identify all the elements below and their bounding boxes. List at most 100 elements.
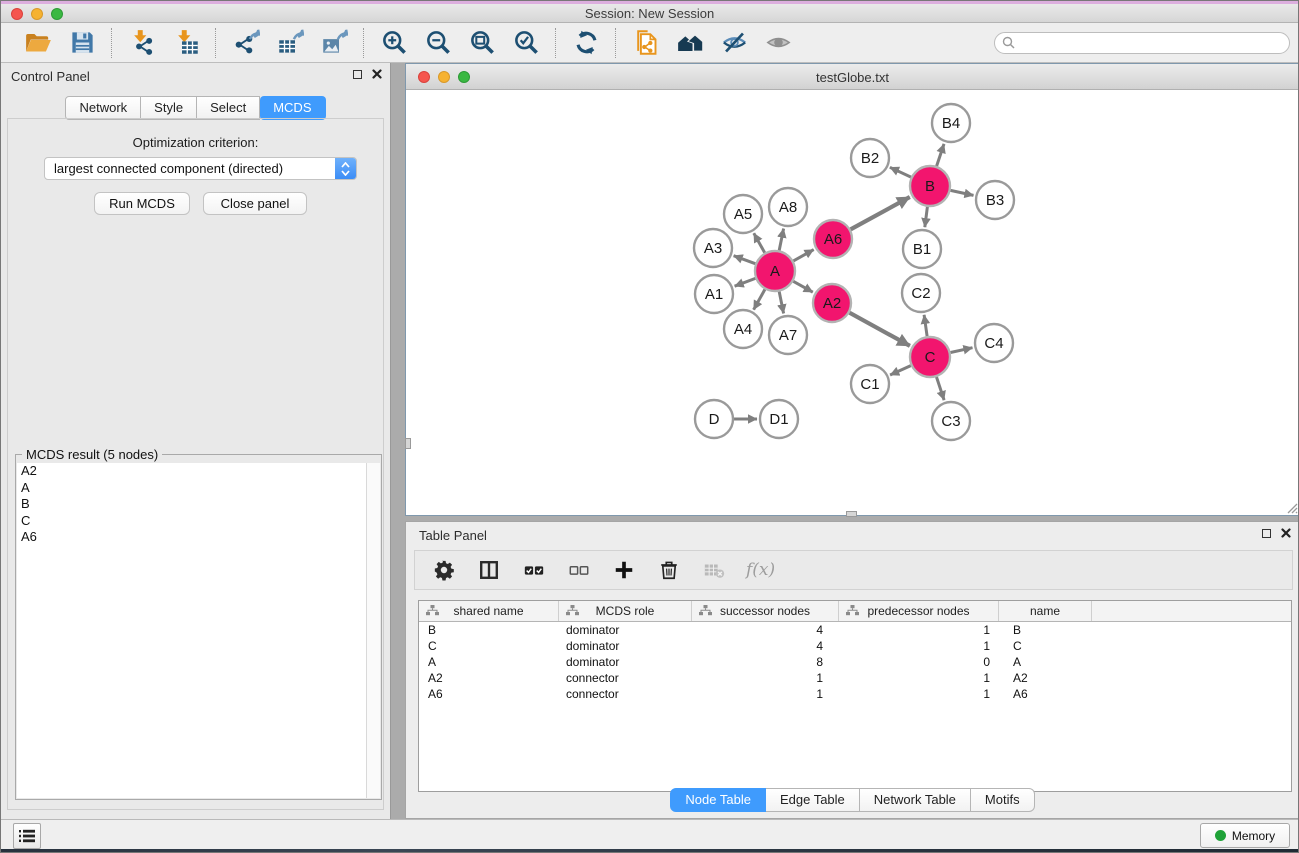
graph-node-D1[interactable]: D1 bbox=[760, 400, 798, 438]
mcds-result-item[interactable]: A2 bbox=[17, 463, 380, 480]
table-cell[interactable]: 4 bbox=[692, 638, 839, 654]
cybrowser-home-icon[interactable] bbox=[675, 28, 705, 58]
table-cell[interactable]: dominator bbox=[559, 638, 692, 654]
column-header-name[interactable]: name bbox=[999, 601, 1092, 621]
graph-node-B4[interactable]: B4 bbox=[932, 104, 970, 142]
table-cell[interactable]: C bbox=[999, 638, 1092, 654]
edge-B-B3[interactable] bbox=[951, 190, 974, 195]
table-cell[interactable]: 1 bbox=[839, 670, 999, 686]
float-panel-icon[interactable] bbox=[353, 70, 362, 79]
graph-node-A7[interactable]: A7 bbox=[769, 316, 807, 354]
table-cell[interactable]: 1 bbox=[839, 686, 999, 702]
edge-A-A2[interactable] bbox=[793, 281, 813, 292]
graph-node-A[interactable]: A bbox=[755, 251, 795, 291]
table-cell[interactable]: B bbox=[999, 622, 1092, 638]
tab-mcds[interactable]: MCDS bbox=[260, 96, 325, 120]
float-panel-icon[interactable] bbox=[1262, 529, 1271, 538]
add-column-icon[interactable] bbox=[611, 557, 637, 583]
resize-grip-icon[interactable] bbox=[1284, 500, 1298, 514]
zoom-fit-icon[interactable] bbox=[467, 28, 497, 58]
table-cell[interactable]: 1 bbox=[839, 622, 999, 638]
edge-C-C2[interactable] bbox=[924, 315, 927, 336]
edge-A-A4[interactable] bbox=[754, 289, 765, 309]
table-cell[interactable]: A6 bbox=[999, 686, 1092, 702]
table-cell[interactable]: C bbox=[419, 638, 559, 654]
table-cell[interactable]: A2 bbox=[419, 670, 559, 686]
tab-network-table[interactable]: Network Table bbox=[860, 788, 971, 812]
edge-A-A8[interactable] bbox=[779, 229, 783, 251]
column-header-predecessor-nodes[interactable]: predecessor nodes bbox=[839, 601, 999, 621]
mcds-result-list[interactable]: A2ABCA6 bbox=[17, 463, 380, 798]
graph-node-B2[interactable]: B2 bbox=[851, 139, 889, 177]
edge-A-A1[interactable] bbox=[735, 278, 756, 286]
edge-C-C1[interactable] bbox=[890, 366, 911, 375]
network-canvas[interactable]: AA1A2A3A4A5A6A7A8BB1B2B3B4CC1C2C3C4DD1 bbox=[407, 90, 1298, 515]
export-network-icon[interactable] bbox=[231, 28, 261, 58]
graph-node-C3[interactable]: C3 bbox=[932, 402, 970, 440]
deselect-all-icon[interactable] bbox=[566, 557, 592, 583]
graph-node-C[interactable]: C bbox=[910, 337, 950, 377]
open-file-icon[interactable] bbox=[23, 28, 53, 58]
edge-A-A3[interactable] bbox=[734, 256, 756, 264]
table-cell[interactable]: 0 bbox=[839, 654, 999, 670]
export-table-icon[interactable] bbox=[275, 28, 305, 58]
mcds-result-item[interactable]: C bbox=[17, 513, 380, 530]
edge-A2-C[interactable] bbox=[850, 313, 910, 346]
graph-node-A4[interactable]: A4 bbox=[724, 310, 762, 348]
show-columns-icon[interactable] bbox=[476, 557, 502, 583]
search-input[interactable] bbox=[994, 32, 1290, 54]
zoom-out-icon[interactable] bbox=[423, 28, 453, 58]
graph-node-D[interactable]: D bbox=[695, 400, 733, 438]
graph-node-A5[interactable]: A5 bbox=[724, 195, 762, 233]
close-panel-icon[interactable] bbox=[1281, 528, 1291, 538]
column-header-MCDS-role[interactable]: MCDS role bbox=[559, 601, 692, 621]
refresh-layout-icon[interactable] bbox=[571, 28, 601, 58]
graph-node-B1[interactable]: B1 bbox=[903, 230, 941, 268]
graph-node-A6[interactable]: A6 bbox=[814, 220, 852, 258]
edge-B-B1[interactable] bbox=[925, 207, 928, 227]
zoom-selected-icon[interactable] bbox=[511, 28, 541, 58]
hide-panel-eye-icon[interactable] bbox=[719, 28, 749, 58]
tab-style[interactable]: Style bbox=[141, 96, 197, 120]
edge-B-B4[interactable] bbox=[937, 144, 944, 166]
graph-node-A8[interactable]: A8 bbox=[769, 188, 807, 226]
import-network-icon[interactable] bbox=[127, 28, 157, 58]
run-mcds-button[interactable]: Run MCDS bbox=[94, 192, 190, 215]
tab-edge-table[interactable]: Edge Table bbox=[766, 788, 860, 812]
table-cell[interactable]: 1 bbox=[692, 686, 839, 702]
mcds-result-item[interactable]: B bbox=[17, 496, 380, 513]
close-panel-button[interactable]: Close panel bbox=[203, 192, 307, 215]
tab-node-table[interactable]: Node Table bbox=[670, 788, 766, 812]
show-view-eye-icon[interactable] bbox=[763, 28, 793, 58]
column-header-successor-nodes[interactable]: successor nodes bbox=[692, 601, 839, 621]
table-cell[interactable]: 1 bbox=[839, 638, 999, 654]
graph-node-A3[interactable]: A3 bbox=[694, 229, 732, 267]
column-header-shared-name[interactable]: shared name bbox=[419, 601, 559, 621]
tab-motifs[interactable]: Motifs bbox=[971, 788, 1035, 812]
edge-A-A5[interactable] bbox=[754, 233, 765, 253]
table-cell[interactable]: A2 bbox=[999, 670, 1092, 686]
tab-select[interactable]: Select bbox=[197, 96, 260, 120]
scrollbar-track[interactable] bbox=[366, 463, 380, 798]
table-cell[interactable]: B bbox=[419, 622, 559, 638]
table-cell[interactable]: A6 bbox=[419, 686, 559, 702]
mcds-result-item[interactable]: A6 bbox=[17, 529, 380, 546]
edge-B-B2[interactable] bbox=[890, 167, 911, 177]
table-cell[interactable]: connector bbox=[559, 670, 692, 686]
memory-button[interactable]: Memory bbox=[1200, 823, 1290, 848]
zoom-in-icon[interactable] bbox=[379, 28, 409, 58]
edge-A-A7[interactable] bbox=[779, 292, 783, 314]
task-history-button[interactable] bbox=[13, 823, 41, 849]
table-cell[interactable]: A bbox=[419, 654, 559, 670]
edge-C-C4[interactable] bbox=[951, 348, 973, 353]
graph-node-C2[interactable]: C2 bbox=[902, 274, 940, 312]
splitter-handle[interactable] bbox=[405, 438, 411, 449]
network-from-selection-icon[interactable] bbox=[631, 28, 661, 58]
table-options-gear-icon[interactable] bbox=[431, 557, 457, 583]
edge-A6-B[interactable] bbox=[851, 197, 910, 229]
graph-node-B3[interactable]: B3 bbox=[976, 181, 1014, 219]
import-table-icon[interactable] bbox=[171, 28, 201, 58]
mcds-result-item[interactable]: A bbox=[17, 480, 380, 497]
table-cell[interactable]: connector bbox=[559, 686, 692, 702]
save-session-icon[interactable] bbox=[67, 28, 97, 58]
